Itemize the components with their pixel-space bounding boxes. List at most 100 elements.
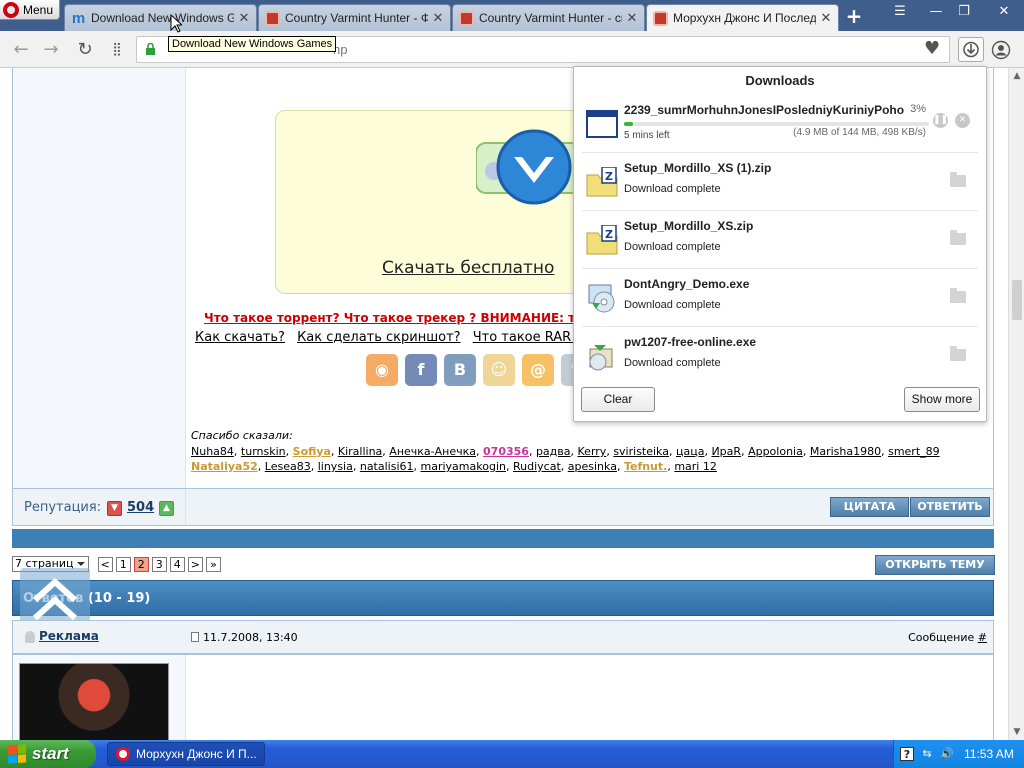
show-in-folder-icon[interactable] — [950, 230, 966, 245]
downloads-button[interactable] — [958, 37, 984, 62]
post-icon — [191, 632, 199, 642]
close-tab-icon[interactable]: ✕ — [432, 10, 444, 26]
page-1-link[interactable]: 1 — [115, 556, 131, 572]
page-4-link[interactable]: 4 — [169, 556, 185, 572]
thanks-user-link[interactable]: Marisha1980 — [810, 445, 881, 458]
download-free-link[interactable]: Скачать бесплатно — [382, 258, 554, 278]
reputation-up-icon[interactable]: ▲ — [159, 501, 174, 516]
vkontakte-icon[interactable]: B — [444, 354, 476, 386]
thanks-user-link[interactable]: Kerry — [578, 445, 607, 458]
forum-icon — [653, 10, 668, 26]
minimize-icon[interactable]: — — [926, 3, 946, 21]
last-page-button[interactable]: » — [205, 556, 221, 572]
network-icon[interactable]: ⇆ — [920, 747, 934, 761]
thanks-user-link[interactable]: Tefnut. — [624, 460, 667, 473]
download-item[interactable]: Z Setup_Mordillo_XS (1).zip Download com… — [582, 153, 978, 211]
scroll-thumb[interactable] — [1012, 280, 1022, 320]
thanks-user-link[interactable]: mariyamakogin — [421, 460, 506, 473]
clear-downloads-button[interactable]: Clear — [581, 387, 655, 412]
download-item[interactable]: DontAngry_Demo.exe Download complete — [582, 269, 978, 327]
zip-folder-icon: Z — [586, 225, 618, 255]
thanks-user-link[interactable]: радва — [536, 445, 571, 458]
thanks-user-link[interactable]: turnskin — [241, 445, 286, 458]
how-to-download-link[interactable]: Как скачать? — [195, 330, 285, 345]
opera-logo-icon — [3, 1, 19, 18]
prev-page-button[interactable]: < — [97, 556, 113, 572]
thanks-user-link[interactable]: smert_89 — [888, 445, 940, 458]
new-tab-button[interactable]: + — [843, 6, 865, 26]
pause-icon[interactable]: ❚❚ — [933, 113, 948, 128]
back-icon[interactable]: ← — [10, 39, 32, 61]
volume-icon[interactable]: 🔊 — [940, 747, 954, 761]
page-scrollbar[interactable]: ▲ ▼ — [1008, 68, 1024, 740]
show-in-folder-icon[interactable] — [950, 346, 966, 361]
thanks-user-link[interactable]: apesinka — [568, 460, 617, 473]
tab-download-new-windows-games[interactable]: m Download New Windows Games ✕ — [64, 4, 257, 31]
rss-icon[interactable]: ◉ — [366, 354, 398, 386]
thanks-user-link[interactable]: Rudiycat — [513, 460, 561, 473]
forward-icon[interactable]: → — [40, 39, 62, 61]
thanks-user-link[interactable]: natalisi61 — [360, 460, 414, 473]
thanks-user-link[interactable]: цаца — [676, 445, 704, 458]
scroll-down-icon[interactable]: ▼ — [1009, 724, 1024, 740]
thanks-user-link[interactable]: Анечка-Анечка — [389, 445, 476, 458]
thanks-user-link[interactable]: 070356 — [483, 445, 529, 458]
thanks-user-link[interactable]: Kirallina — [338, 445, 382, 458]
next-page-button[interactable]: > — [187, 556, 203, 572]
download-item-in-progress[interactable]: 2239_sumrMorhuhnJonesIPosledniyKuriniyPo… — [582, 95, 978, 153]
thanks-user-link[interactable]: Nuha84 — [191, 445, 234, 458]
close-tab-icon[interactable]: ✕ — [820, 10, 832, 26]
taskbar-item-opera[interactable]: Морхухн Джонс И П... — [107, 742, 265, 766]
close-tab-icon[interactable]: ✕ — [626, 10, 638, 26]
reply-button[interactable]: ОТВЕТИТЬ — [910, 497, 990, 517]
show-in-folder-icon[interactable] — [950, 288, 966, 303]
reputation-down-icon[interactable]: ▼ — [107, 501, 122, 516]
opera-menu-button[interactable]: Menu — [0, 0, 60, 20]
thanks-user-link[interactable]: Sofiya — [293, 445, 331, 458]
reload-icon[interactable]: ↻ — [74, 39, 96, 61]
show-in-folder-icon[interactable] — [950, 172, 966, 187]
tab-title: Country Varmint Hunter - ска — [479, 11, 622, 25]
restore-icon[interactable]: ❐ — [954, 3, 974, 21]
thanks-user-link[interactable]: Appolonia — [748, 445, 803, 458]
speed-dial-icon[interactable]: ⣿ — [106, 39, 128, 61]
close-tab-icon[interactable]: ✕ — [238, 10, 250, 26]
thanks-user-link[interactable]: mari 12 — [674, 460, 717, 473]
scroll-up-icon[interactable]: ▲ — [1009, 68, 1024, 84]
download-banner[interactable]: Скачать бесплатно — [275, 110, 605, 294]
show-more-button[interactable]: Show more — [904, 387, 980, 412]
tab-country-varmint-hunter-1[interactable]: Country Varmint Hunter - Фо ✕ — [258, 4, 451, 31]
close-window-icon[interactable]: ✕ — [994, 3, 1014, 21]
thanks-user-link[interactable]: linysia — [318, 460, 353, 473]
help-icon[interactable]: ? — [900, 747, 914, 761]
profile-icon[interactable] — [991, 40, 1011, 60]
message-link[interactable]: # — [978, 631, 987, 644]
what-is-rar-link[interactable]: Что такое RAR и — [473, 330, 584, 345]
thanks-user-link[interactable]: Lesea83 — [265, 460, 311, 473]
tab-strip: Menu m Download New Windows Games ✕ Coun… — [0, 0, 1024, 31]
tab-menu-icon[interactable]: ☰ — [890, 3, 910, 21]
bookmark-heart-icon[interactable]: ♥ — [924, 40, 944, 58]
thanks-user-link[interactable]: ИраR — [711, 445, 741, 458]
quote-button[interactable]: ЦИТАТА — [830, 497, 909, 517]
thanks-user-link[interactable]: Nataliya52 — [191, 460, 258, 473]
odnoklassniki-icon[interactable]: ☺ — [483, 354, 515, 386]
torrent-info-link[interactable]: Что такое торрент? Что такое трекер ? ВН… — [204, 311, 592, 325]
thanks-user-link[interactable]: sviristeika — [613, 445, 669, 458]
open-topic-button[interactable]: ОТКРЫТЬ ТЕМУ — [875, 555, 995, 575]
cancel-icon[interactable]: ✕ — [955, 113, 970, 128]
how-to-screenshot-link[interactable]: Как сделать скриншот? — [297, 330, 460, 345]
ad-author-column — [13, 655, 186, 740]
download-item[interactable]: Z Setup_Mordillo_XS.zip Download complet… — [582, 211, 978, 269]
post-author-column — [13, 68, 186, 488]
reputation-value[interactable]: 504 — [127, 500, 154, 515]
page-3-link[interactable]: 3 — [151, 556, 167, 572]
tab-country-varmint-hunter-2[interactable]: Country Varmint Hunter - ска ✕ — [452, 4, 645, 31]
ad-author-link[interactable]: Реклама — [39, 629, 99, 643]
facebook-icon[interactable]: f — [405, 354, 437, 386]
tab-morhuhn-jones[interactable]: Морхухн Джонс И Последни ✕ — [646, 4, 839, 31]
download-item[interactable]: pw1207-free-online.exe Download complete — [582, 327, 978, 385]
ad-post-body — [12, 654, 994, 740]
mail-at-icon[interactable]: @ — [522, 354, 554, 386]
start-button[interactable]: start — [0, 740, 96, 768]
